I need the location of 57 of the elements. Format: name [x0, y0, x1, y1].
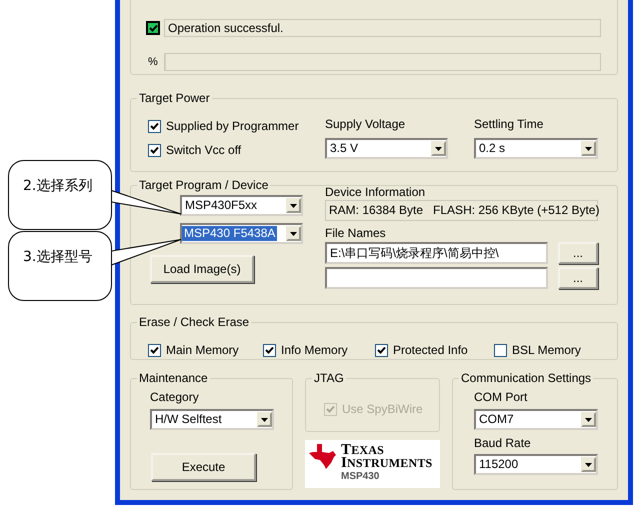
group-title: Maintenance — [139, 371, 208, 385]
execute-button[interactable]: Execute — [151, 453, 256, 481]
category-dropdown[interactable]: H/W Selftest — [150, 409, 274, 430]
field-label: Baud Rate — [474, 436, 532, 450]
caret-icon[interactable] — [257, 412, 272, 427]
group-title: Target Program / Device — [139, 178, 268, 192]
callout: 2.选择系列 — [8, 160, 112, 230]
group-title: Target Power — [139, 91, 210, 105]
browse-button[interactable]: ... — [558, 242, 598, 264]
baud-rate-dropdown[interactable]: 115200 — [474, 454, 598, 475]
checkbox[interactable] — [148, 344, 161, 356]
status-message: Operation successful. — [164, 18, 601, 37]
group-title: Erase / Check Erase — [139, 315, 250, 329]
browse-button[interactable]: ... — [558, 267, 598, 289]
checkbox[interactable] — [148, 144, 161, 156]
checkbox-label[interactable]: Main Memory — [166, 343, 239, 357]
checkbox-label[interactable]: Switch Vcc off — [166, 143, 242, 157]
logo-text: TEXAS — [341, 444, 384, 457]
leader-line — [111, 190, 182, 215]
caret-icon[interactable] — [581, 141, 596, 156]
field-label: Category — [150, 390, 200, 404]
family-dropdown[interactable]: MSP430F5xx — [180, 195, 303, 216]
checkbox[interactable] — [375, 344, 388, 356]
caret-icon[interactable] — [581, 457, 596, 472]
file-name-field[interactable] — [325, 267, 548, 289]
logo-icon — [309, 444, 337, 470]
checkbox-label[interactable]: Protected Info — [393, 343, 468, 357]
caret-icon[interactable] — [286, 198, 301, 213]
checkbox-label[interactable]: Info Memory — [281, 343, 348, 357]
caret-icon[interactable] — [581, 412, 596, 427]
product-name: MSP430 — [341, 470, 380, 484]
field-label: Settling Time — [474, 117, 544, 131]
settling-time-dropdown[interactable]: 0.2 s — [474, 138, 598, 159]
leader-line — [111, 239, 182, 266]
load-image-button[interactable]: Load Image(s) — [150, 255, 254, 283]
field-label: Supply Voltage — [325, 117, 406, 131]
checkbox[interactable] — [494, 344, 507, 356]
checkbox-label[interactable]: BSL Memory — [512, 343, 581, 357]
type-dropdown[interactable]: MSP430 F5438A — [180, 223, 303, 244]
group-title: JTAG — [314, 371, 344, 385]
group-title: Communication Settings — [461, 371, 592, 385]
field-label: File Names — [325, 226, 387, 240]
voltage-dropdown[interactable]: 3.5 V — [325, 138, 448, 159]
file-name-field[interactable]: E:\串口写码\烧录程序\简易中控\ — [325, 242, 548, 264]
progress-label: % — [147, 56, 158, 68]
caret-icon[interactable] — [431, 141, 446, 156]
checkbox-label: Use SpyBiWire — [342, 402, 423, 416]
checkbox-label[interactable]: Supplied by Programmer — [166, 119, 299, 133]
com-port-dropdown[interactable]: COM7 — [474, 409, 598, 430]
checkbox[interactable] — [263, 344, 276, 356]
callout: 3.选择型号 — [8, 231, 112, 301]
caret-icon[interactable] — [286, 226, 301, 241]
logo-text: INSTRUMENTS — [341, 457, 432, 470]
device-info-field: RAM: 16384 Byte FLASH: 256 KByte (+512 Byte) — [325, 200, 598, 221]
checkbox[interactable] — [148, 120, 161, 132]
field-label: COM Port — [474, 390, 528, 404]
field-label: Device Information — [325, 185, 426, 199]
